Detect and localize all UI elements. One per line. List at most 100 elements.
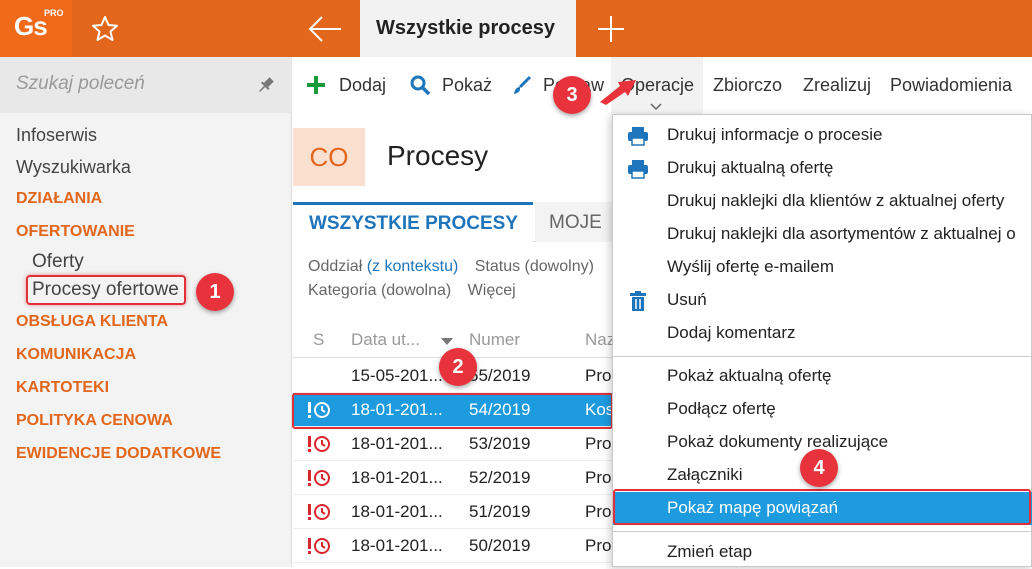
chevron-down-icon <box>650 103 662 111</box>
summary-button[interactable]: Zbiorczo <box>713 75 782 96</box>
cell-name: Pro <box>585 536 612 555</box>
callout-badge-3: 3 <box>553 76 591 114</box>
sidebar-category-ofertowanie[interactable]: OFERTOWANIE <box>16 223 135 241</box>
alert-clock-icon <box>308 504 330 520</box>
filter-branch-value[interactable]: (z kontekstu) <box>367 258 459 275</box>
top-bar: Gs PRO Wszystkie procesy <box>0 0 1032 57</box>
filter-category[interactable]: Kategoria (dowolna) <box>308 282 451 299</box>
sidebar-category-dzialania[interactable]: DZIAŁANIA <box>16 190 102 208</box>
menu-item-delete[interactable]: Usuń <box>613 284 1032 317</box>
printer-icon <box>628 127 648 146</box>
menu-item-send-offer-email[interactable]: Wyślij ofertę e-mailem <box>613 251 1032 284</box>
menu-item-print-assortment-labels[interactable]: Drukuj naklejki dla asortymentów z aktua… <box>613 218 1032 251</box>
tab-all-processes-list[interactable]: WSZYSTKIE PROCESY <box>293 202 533 242</box>
app-logo[interactable]: Gs PRO <box>0 0 72 57</box>
command-search-input[interactable] <box>16 73 246 95</box>
cell-number: 55/2019 <box>469 366 531 385</box>
menu-separator <box>613 356 1032 357</box>
cell-date: 18-01-201... <box>351 434 443 453</box>
toolbar: Dodaj Pokaż Popraw Operacje Zbiorczo Zre… <box>293 57 1032 114</box>
tab-mine-label: MOJE <box>549 212 602 233</box>
menu-item-show-current-offer[interactable]: Pokaż aktualną ofertę <box>613 360 1032 393</box>
callout-badge-4: 4 <box>800 449 838 487</box>
sidebar-item-oferty[interactable]: Oferty <box>32 251 84 273</box>
page-title: Procesy <box>387 140 489 171</box>
menu-item-label: Dodaj komentarz <box>667 323 796 342</box>
table-row[interactable]: 18-01-201... 50/2019 Pro <box>293 529 613 563</box>
sidebar-category-ewidencje-dodatkowe[interactable]: EWIDENCJE DODATKOWE <box>16 445 221 463</box>
sort-desc-icon <box>441 338 453 345</box>
cell-date: 18-01-201... <box>351 468 443 487</box>
filter-status[interactable]: Status (dowolny) <box>475 258 594 275</box>
menu-item-label: Podłącz ofertę <box>667 399 776 418</box>
tab-title: Wszystkie procesy <box>376 17 555 39</box>
sidebar-item-wyszukiwarka[interactable]: Wyszukiwarka <box>16 157 131 178</box>
menu-item-label: Wyślij ofertę e-mailem <box>667 257 835 276</box>
show-button[interactable]: Pokaż <box>442 75 492 96</box>
menu-item-change-stage[interactable]: Zmień etap <box>613 536 1032 569</box>
menu-item-print-current-offer[interactable]: Drukuj aktualną ofertę <box>613 152 1032 185</box>
sidebar-category-obsluga-klienta[interactable]: OBSŁUGA KLIENTA <box>16 313 168 331</box>
menu-item-label: Załączniki <box>667 465 743 484</box>
back-arrow-icon[interactable] <box>306 14 344 44</box>
add-button[interactable]: Dodaj <box>339 75 386 96</box>
menu-item-label: Pokaż aktualną ofertę <box>667 366 832 385</box>
command-search <box>0 57 292 113</box>
column-header-status[interactable]: S <box>313 330 324 350</box>
cell-number: 52/2019 <box>469 468 531 487</box>
callout-badge-1: 1 <box>196 273 234 311</box>
callout-badge-2: 2 <box>439 348 477 386</box>
highlight-relation-map <box>613 489 1031 525</box>
table-row[interactable]: 18-01-201... 52/2019 Pro <box>293 461 613 495</box>
menu-item-print-client-labels[interactable]: Drukuj naklejki dla klientów z aktualnej… <box>613 185 1032 218</box>
alert-clock-icon <box>308 436 330 452</box>
menu-item-label: Drukuj naklejki dla klientów z aktualnej… <box>667 191 1005 210</box>
sidebar-category-komunikacja[interactable]: KOMUNIKACJA <box>16 346 136 364</box>
command-sidebar: Infoserwis Wyszukiwarka DZIAŁANIA OFERTO… <box>0 57 292 567</box>
menu-separator <box>613 531 1032 532</box>
alert-clock-icon <box>308 538 330 554</box>
column-header-name[interactable]: Naz <box>585 330 615 350</box>
realize-button[interactable]: Zrealizuj <box>803 75 871 96</box>
tab-all-processes[interactable]: Wszystkie procesy <box>360 0 576 57</box>
column-header-number[interactable]: Numer <box>469 330 520 350</box>
cell-number: 51/2019 <box>469 502 531 521</box>
sidebar-category-kartoteki[interactable]: KARTOTEKI <box>16 379 109 397</box>
module-badge: CO <box>293 128 365 186</box>
filter-more[interactable]: Więcej <box>468 282 516 299</box>
table-row[interactable]: 18-01-201... 51/2019 Pro <box>293 495 613 529</box>
notifications-button[interactable]: Powiadomienia <box>890 75 1012 96</box>
logo-text: Gs <box>14 11 48 41</box>
filters: Oddział (z kontekstu) Status (dowolny) K… <box>308 258 594 300</box>
cell-date: 18-01-201... <box>351 536 443 555</box>
printer-icon <box>628 160 648 179</box>
menu-item-label: Drukuj aktualną ofertę <box>667 158 834 177</box>
cell-name: Pro <box>585 468 612 487</box>
plus-icon <box>307 76 325 94</box>
menu-item-add-comment[interactable]: Dodaj komentarz <box>613 317 1032 350</box>
sidebar-item-infoserwis[interactable]: Infoserwis <box>16 125 97 146</box>
star-icon[interactable] <box>90 14 120 44</box>
tab-all-processes-label: WSZYSTKIE PROCESY <box>309 213 519 234</box>
column-header-date[interactable]: Data ut... <box>351 330 420 350</box>
callout-arrow-icon <box>600 80 636 105</box>
menu-item-label: Zmień etap <box>667 542 753 561</box>
pin-icon[interactable] <box>256 75 276 95</box>
cell-name: Pro <box>585 366 612 385</box>
trash-icon <box>630 291 646 311</box>
highlight-procesy-ofertowe <box>26 275 186 305</box>
search-icon <box>410 75 431 96</box>
menu-item-label: Usuń <box>667 290 707 309</box>
brush-icon <box>514 75 532 94</box>
cell-name: Pro <box>585 434 612 453</box>
alert-clock-icon <box>308 470 330 486</box>
new-tab-plus-icon[interactable] <box>594 12 628 46</box>
menu-item-label: Drukuj naklejki dla asortymentów z aktua… <box>667 224 1016 243</box>
menu-item-label: Pokaż dokumenty realizujące <box>667 432 889 451</box>
table-row[interactable]: 18-01-201... 53/2019 Pro <box>293 427 613 461</box>
menu-item-attach-offer[interactable]: Podłącz ofertę <box>613 393 1032 426</box>
process-tabs: WSZYSTKIE PROCESY MOJE <box>293 202 615 242</box>
tab-mine[interactable]: MOJE <box>535 202 615 242</box>
menu-item-print-process-info[interactable]: Drukuj informacje o procesie <box>613 119 1032 152</box>
sidebar-category-polityka-cenowa[interactable]: POLITYKA CENOWA <box>16 412 173 430</box>
